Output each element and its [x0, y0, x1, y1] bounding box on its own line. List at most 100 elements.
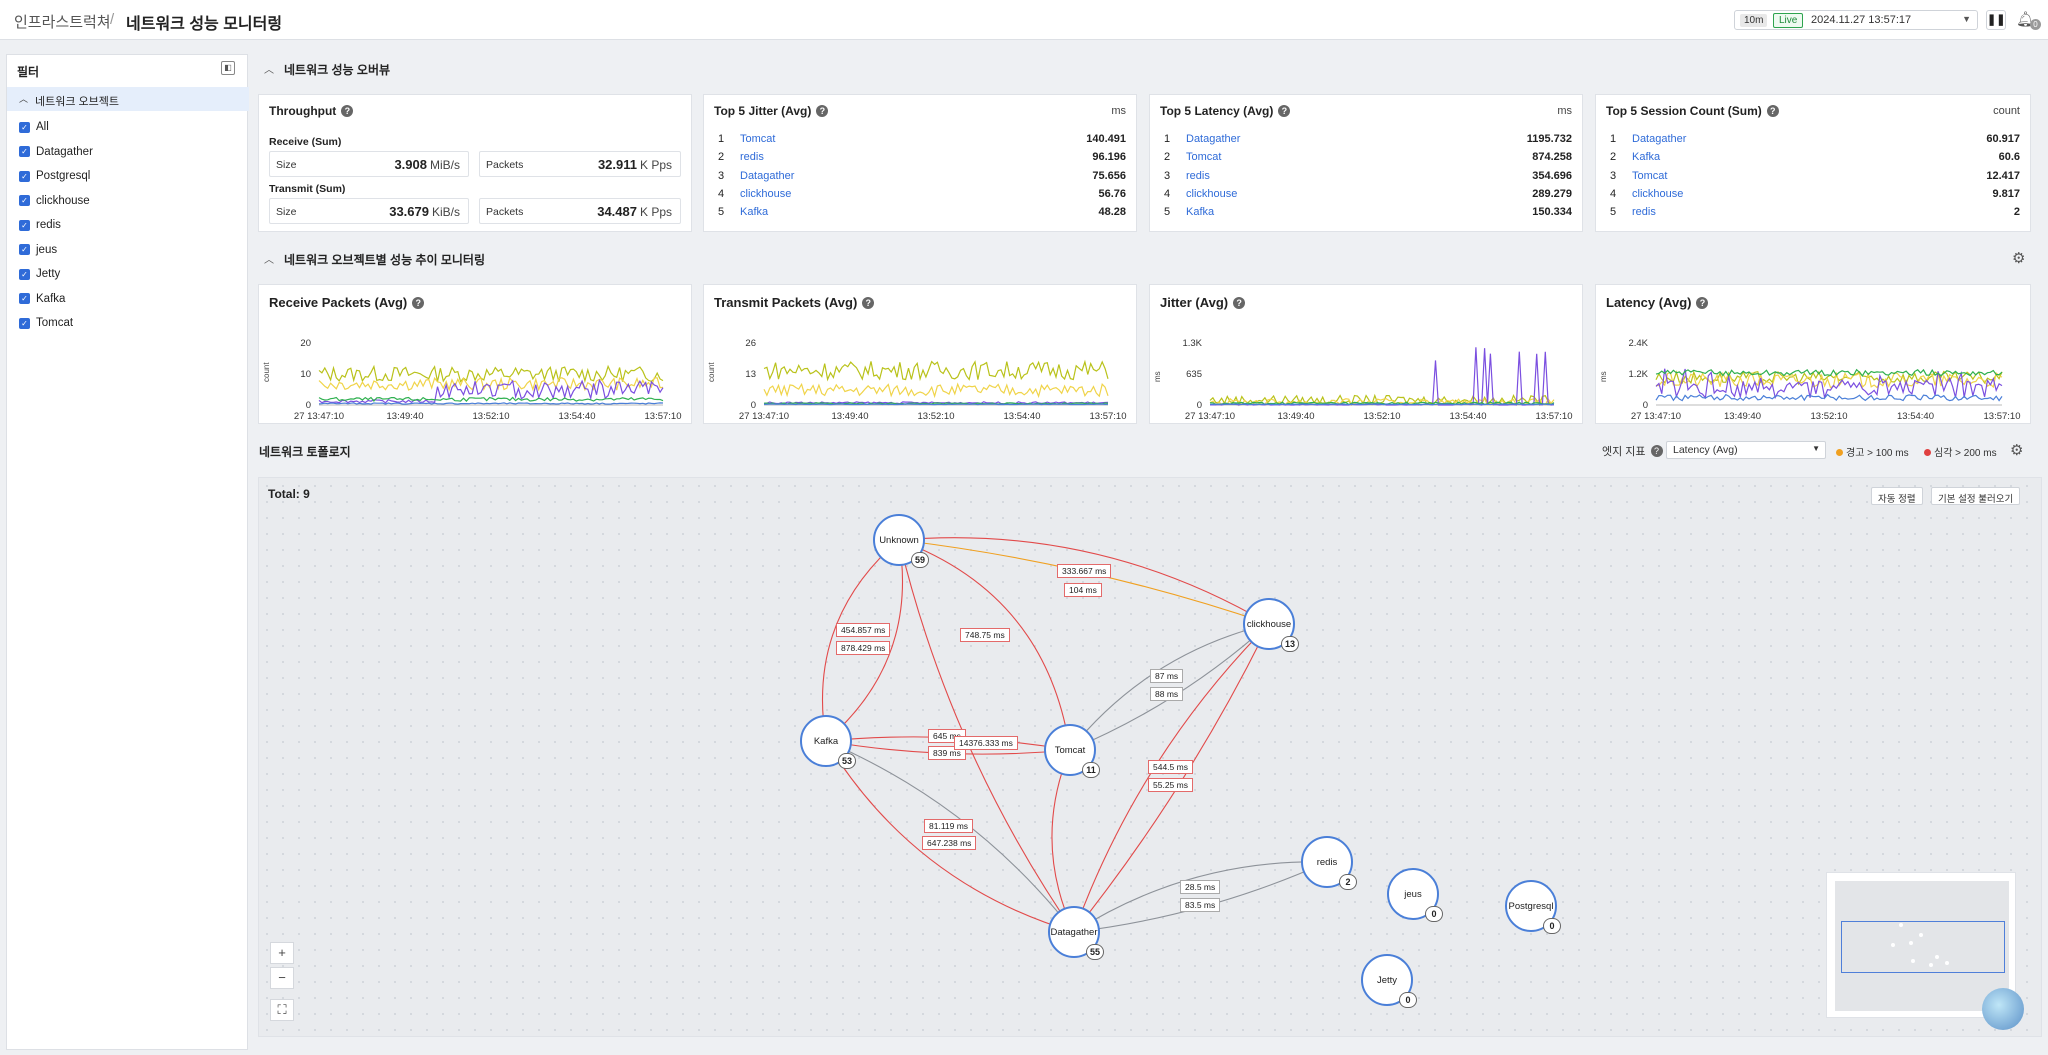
- total-count: Total: 9: [268, 487, 310, 501]
- checkbox-checked-icon[interactable]: ✓: [19, 293, 30, 304]
- topn-row: 4 clickhouse 9.817: [1606, 186, 2020, 204]
- crit-legend: 심각 > 200 ms: [1924, 444, 1997, 459]
- sidebar-item-postgresql[interactable]: ✓ Postgresql: [19, 166, 90, 186]
- help-icon[interactable]: ?: [341, 105, 354, 117]
- node-datagather[interactable]: Datagather 55: [1048, 906, 1104, 960]
- time-range-picker[interactable]: 10m Live 2024.11.27 13:57:17 ▼: [1734, 10, 1978, 30]
- edge-label: 878.429 ms: [836, 641, 891, 655]
- trend-section-header[interactable]: ︿ 네트워크 오브젝트별 성능 추이 모니터링: [252, 244, 2042, 272]
- help-icon[interactable]: ?: [816, 105, 829, 117]
- sidebar-group-network-objects[interactable]: ︿ 네트워크 오브젝트: [7, 87, 249, 111]
- overview-section-header[interactable]: ︿ 네트워크 성능 오버뷰: [252, 54, 2042, 82]
- node-jetty[interactable]: Jetty 0: [1361, 954, 1417, 1008]
- topn-row: 2 Kafka 60.6: [1606, 149, 2020, 167]
- caret-down-icon[interactable]: ▼: [1962, 14, 1971, 24]
- checkbox-checked-icon[interactable]: ✓: [19, 121, 30, 133]
- assistant-bot-icon[interactable]: [1982, 988, 2024, 1030]
- y-axis-label: count: [262, 362, 271, 382]
- chevron-up-icon[interactable]: ︿: [264, 251, 274, 266]
- topology-canvas[interactable]: [258, 477, 2042, 1037]
- transmit-size-value: 33.679: [389, 204, 429, 219]
- object-link[interactable]: Kafka: [1186, 206, 1214, 218]
- object-link[interactable]: Datagather: [1186, 133, 1240, 145]
- object-link[interactable]: Kafka: [740, 206, 768, 218]
- object-link[interactable]: redis: [740, 151, 764, 163]
- packets-label: Packets: [486, 206, 524, 218]
- checkbox-checked-icon[interactable]: ✓: [19, 195, 30, 206]
- notification-button[interactable]: 🔔︎ 0: [2016, 10, 2041, 32]
- object-link[interactable]: Tomcat: [740, 133, 775, 145]
- unit-label: count: [1993, 105, 2020, 117]
- node-clickhouse[interactable]: clickhouse 13: [1243, 598, 1299, 652]
- sidebar-item-kafka[interactable]: ✓ Kafka: [19, 289, 65, 309]
- y-tick-label: 0: [1197, 400, 1202, 411]
- node-label: clickhouse: [1246, 619, 1292, 630]
- fit-view-button[interactable]: ⛶: [270, 999, 294, 1021]
- collapse-sidebar-icon[interactable]: ◧: [221, 61, 235, 75]
- unit-label: ms: [1111, 105, 1126, 117]
- sidebar-title: 필터: [17, 65, 40, 79]
- sidebar-item-jeus[interactable]: ✓ jeus: [19, 240, 57, 260]
- node-count-badge: 0: [1543, 918, 1561, 934]
- object-link[interactable]: Kafka: [1632, 151, 1660, 163]
- breadcrumb-root[interactable]: 인프라스트럭쳐: [14, 11, 111, 32]
- sidebar-item-redis[interactable]: ✓ redis: [19, 215, 61, 235]
- edge-metric-select[interactable]: Latency (Avg) ▼: [1666, 441, 1826, 459]
- help-icon[interactable]: ?: [1650, 445, 1663, 457]
- checkbox-checked-icon[interactable]: ✓: [19, 170, 30, 182]
- object-link[interactable]: redis: [1186, 170, 1210, 182]
- metric-value: 140.491: [1086, 133, 1126, 145]
- object-link[interactable]: redis: [1632, 206, 1656, 218]
- sidebar-item-clickhouse[interactable]: ✓ clickhouse: [19, 191, 90, 211]
- checkbox-checked-icon[interactable]: ✓: [19, 244, 30, 255]
- line-chart-plot: ms 1.3K 635 027 13:47:10 13:49:40 13:52:10 13:…: [1153, 338, 1572, 422]
- node-tomcat[interactable]: Tomcat 11: [1044, 724, 1100, 778]
- pause-button[interactable]: ❚❚: [1986, 10, 2006, 30]
- receive-packets-value: 32.911: [597, 157, 637, 172]
- x-tick-label: 27 13:47:10: [294, 411, 344, 422]
- page-title[interactable]: 네트워크 성능 모니터링: [126, 10, 282, 34]
- sidebar-item-label: Kafka: [36, 292, 66, 305]
- load-default-button[interactable]: 기본 설정 불러오기: [1931, 487, 2021, 505]
- object-link[interactable]: Tomcat: [1186, 151, 1221, 163]
- node-unknown[interactable]: Unknown 59: [873, 514, 929, 568]
- metric-value: 289.279: [1532, 187, 1572, 200]
- x-tick-label: 13:57:10: [1090, 411, 1127, 422]
- sidebar-item-tomcat[interactable]: ✓ Tomcat: [19, 313, 73, 333]
- object-link[interactable]: Datagather: [1632, 133, 1686, 145]
- packets-label: Packets: [486, 159, 524, 171]
- checkbox-checked-icon[interactable]: ✓: [19, 219, 30, 231]
- chevron-down-icon[interactable]: ⌄: [270, 10, 281, 26]
- node-postgresql[interactable]: Postgresql 0: [1505, 880, 1561, 934]
- help-icon[interactable]: ?: [1766, 105, 1779, 117]
- node-count-badge: 53: [837, 753, 856, 769]
- object-link[interactable]: clickhouse: [1186, 188, 1237, 200]
- node-redis[interactable]: redis 2: [1301, 836, 1357, 890]
- zoom-in-button[interactable]: +: [270, 942, 294, 964]
- auto-align-button[interactable]: 자동 정렬: [1871, 487, 1923, 505]
- receive-size-value: 3.908: [394, 157, 427, 172]
- sidebar-item-datagather[interactable]: ✓ Datagather: [19, 142, 93, 162]
- object-link[interactable]: clickhouse: [1632, 188, 1683, 200]
- minimap-viewport[interactable]: [1841, 921, 2005, 973]
- series-line: [763, 403, 1109, 406]
- metric-value: 1195.732: [1526, 133, 1572, 145]
- checkbox-checked-icon[interactable]: ✓: [19, 317, 30, 329]
- sidebar-item-jetty[interactable]: ✓ Jetty: [19, 264, 60, 284]
- node-kafka[interactable]: Kafka 53: [800, 715, 856, 769]
- chevron-up-icon[interactable]: ︿: [264, 61, 274, 76]
- gear-icon[interactable]: ⚙: [2010, 441, 2023, 459]
- sidebar-item-all[interactable]: ✓ All: [19, 117, 49, 137]
- live-badge[interactable]: Live: [1773, 13, 1804, 28]
- node-jeus[interactable]: jeus 0: [1387, 868, 1443, 922]
- x-tick-label: 13:57:10: [645, 411, 682, 422]
- gear-icon[interactable]: ⚙: [2012, 249, 2025, 267]
- checkbox-checked-icon[interactable]: ✓: [19, 146, 30, 157]
- help-icon[interactable]: ?: [1278, 105, 1291, 117]
- zoom-out-button[interactable]: −: [270, 967, 294, 989]
- object-link[interactable]: Tomcat: [1632, 170, 1667, 182]
- checkbox-checked-icon[interactable]: ✓: [19, 268, 30, 280]
- object-link[interactable]: clickhouse: [740, 188, 791, 200]
- rank: 5: [1164, 206, 1171, 219]
- object-link[interactable]: Datagather: [740, 170, 794, 182]
